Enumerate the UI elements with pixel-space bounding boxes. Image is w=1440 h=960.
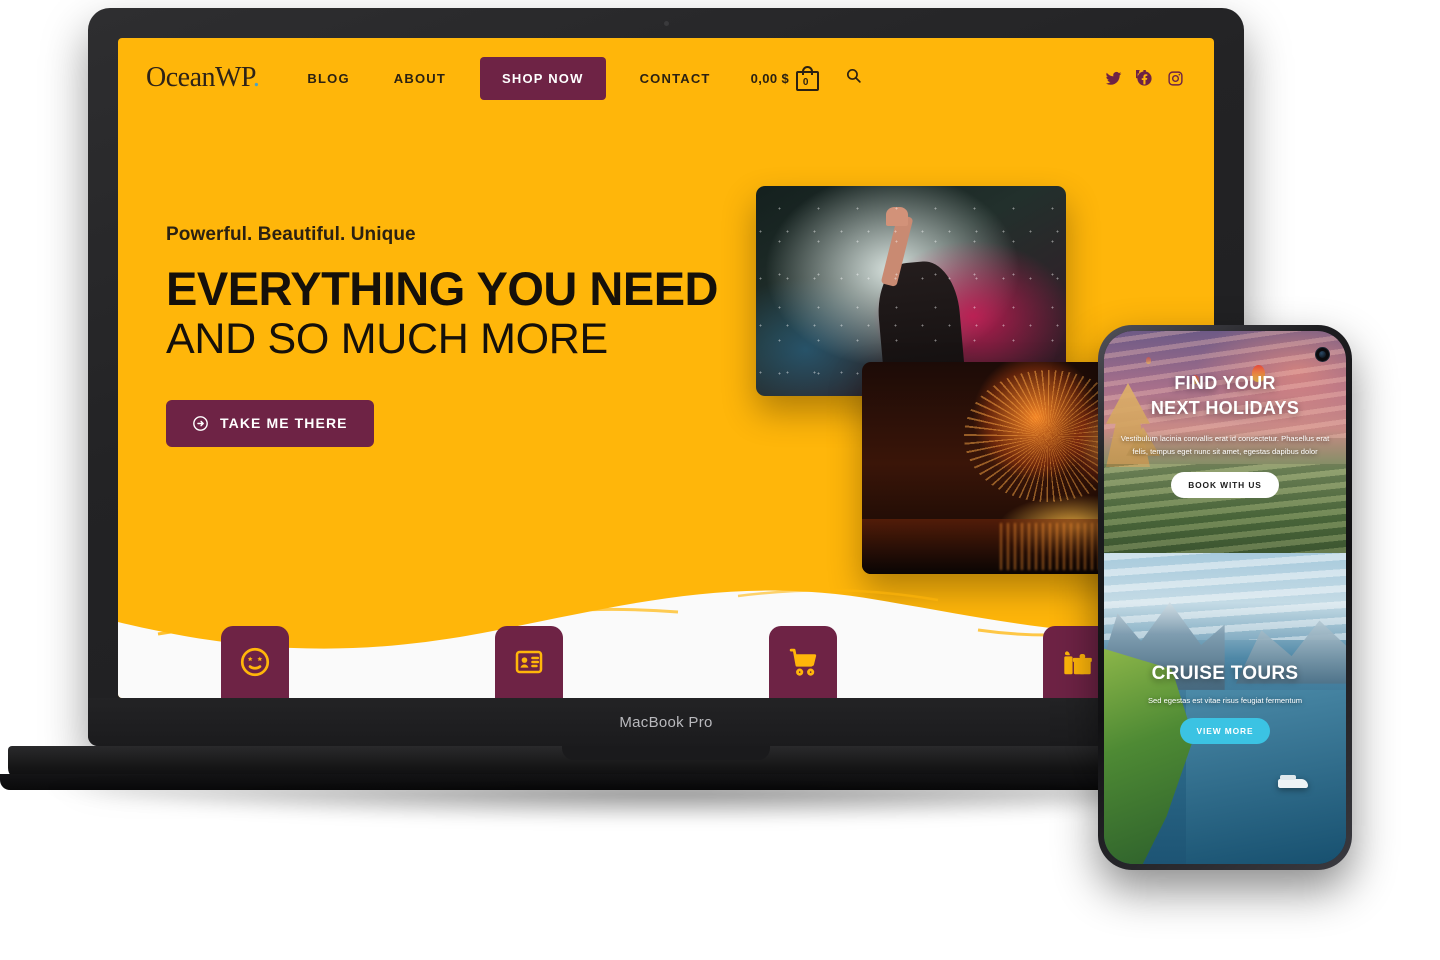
search-icon[interactable]: [845, 67, 862, 89]
cruise-ship-icon: [1278, 775, 1308, 788]
phone-screen: FIND YOUR NEXT HOLIDAYS Vestibulum lacin…: [1104, 331, 1346, 864]
feature-cards-row: [118, 626, 1214, 698]
phone-section-cruise: CRUISE TOURS Sed egestas est vitae risus…: [1104, 553, 1346, 864]
primary-nav: BLOG ABOUT SHOP NOW CONTACT: [285, 56, 733, 100]
laptop-screen: OceanWP. BLOG ABOUT SHOP NOW CONTACT 0,0…: [118, 38, 1214, 698]
hot-air-balloon-icon: [1146, 357, 1151, 364]
site-logo[interactable]: OceanWP.: [146, 62, 260, 94]
laptop-base-notch: [562, 746, 770, 760]
macbook-pro-mockup: OceanWP. BLOG ABOUT SHOP NOW CONTACT 0,0…: [88, 8, 1244, 746]
social-links: [1105, 69, 1184, 87]
cart-count-badge: 0: [802, 77, 809, 88]
holidays-title-line2: NEXT HOLIDAYS: [1150, 398, 1300, 418]
phone-mockup: FIND YOUR NEXT HOLIDAYS Vestibulum lacin…: [1098, 325, 1352, 870]
twitter-icon[interactable]: [1105, 70, 1122, 87]
cart-widget[interactable]: 0,00 $ 0: [750, 65, 820, 91]
laptop-model-label: MacBook Pro: [619, 713, 713, 731]
cruise-overlay: CRUISE TOURS Sed egestas est vitae risus…: [1104, 663, 1346, 745]
shopping-cart-icon: [789, 648, 816, 676]
holidays-body: Vestibulum lacinia convallis erat id con…: [1120, 434, 1330, 457]
gift-icon: [1063, 650, 1092, 674]
book-with-us-button[interactable]: BOOK WITH US: [1171, 471, 1279, 498]
feature-card-cart[interactable]: [769, 626, 837, 698]
site-header: OceanWP. BLOG ABOUT SHOP NOW CONTACT 0,0…: [118, 38, 1214, 118]
cruise-body: Sed egestas est vitae risus feugiat ferm…: [1147, 696, 1303, 705]
take-me-there-button[interactable]: TAKE ME THERE: [166, 399, 374, 447]
feature-card-smiley[interactable]: [221, 626, 289, 698]
hero-subheadline: AND SO MUCH MORE: [166, 315, 608, 364]
feature-col-3: [666, 626, 940, 698]
website-viewport: OceanWP. BLOG ABOUT SHOP NOW CONTACT 0,0…: [118, 38, 1214, 698]
hero-headline: EVERYTHING YOU NEED: [166, 262, 719, 315]
shop-now-button[interactable]: SHOP NOW: [479, 56, 606, 100]
star-struck-smiley-icon: [240, 647, 270, 677]
facebook-icon[interactable]: [1136, 69, 1153, 87]
feature-col-2: [392, 626, 666, 698]
holidays-title-line1: FIND YOUR: [1174, 373, 1276, 393]
holidays-overlay: FIND YOUR NEXT HOLIDAYS Vestibulum lacin…: [1104, 373, 1346, 498]
feature-col-1: [118, 626, 392, 698]
laptop-chin: MacBook Pro: [88, 698, 1244, 746]
nav-item-blog[interactable]: BLOG: [285, 71, 371, 86]
cart-total: 0,00 $: [750, 70, 790, 86]
cruise-title: CRUISE TOURS: [1151, 663, 1299, 684]
phone-section-holidays: FIND YOUR NEXT HOLIDAYS Vestibulum lacin…: [1104, 331, 1346, 553]
hero-eyebrow: Powerful. Beautiful. Unique: [166, 224, 416, 245]
view-more-button[interactable]: VIEW MORE: [1179, 718, 1271, 745]
logo-dot: .: [252, 62, 260, 93]
laptop-lid: OceanWP. BLOG ABOUT SHOP NOW CONTACT 0,0…: [88, 8, 1244, 746]
screenshot-stage: OceanWP. BLOG ABOUT SHOP NOW CONTACT 0,0…: [0, 0, 1440, 960]
instagram-icon[interactable]: [1167, 70, 1184, 87]
id-card-icon: [515, 650, 543, 674]
punch-hole-camera-icon: [1315, 347, 1330, 362]
nav-item-contact[interactable]: CONTACT: [618, 71, 733, 86]
arrow-circle-right-icon: [193, 415, 208, 431]
hero-copy: Powerful. Beautiful. Unique EVERYTHING Y…: [166, 224, 719, 447]
feature-card-id[interactable]: [495, 626, 563, 698]
logo-text: OceanWP: [146, 62, 253, 93]
cruise-sky: [1104, 553, 1346, 641]
shopping-bag-icon: 0: [796, 65, 820, 91]
nav-item-about[interactable]: ABOUT: [372, 71, 468, 86]
laptop-webcam-icon: [663, 21, 669, 26]
cta-label: TAKE ME THERE: [220, 415, 348, 431]
